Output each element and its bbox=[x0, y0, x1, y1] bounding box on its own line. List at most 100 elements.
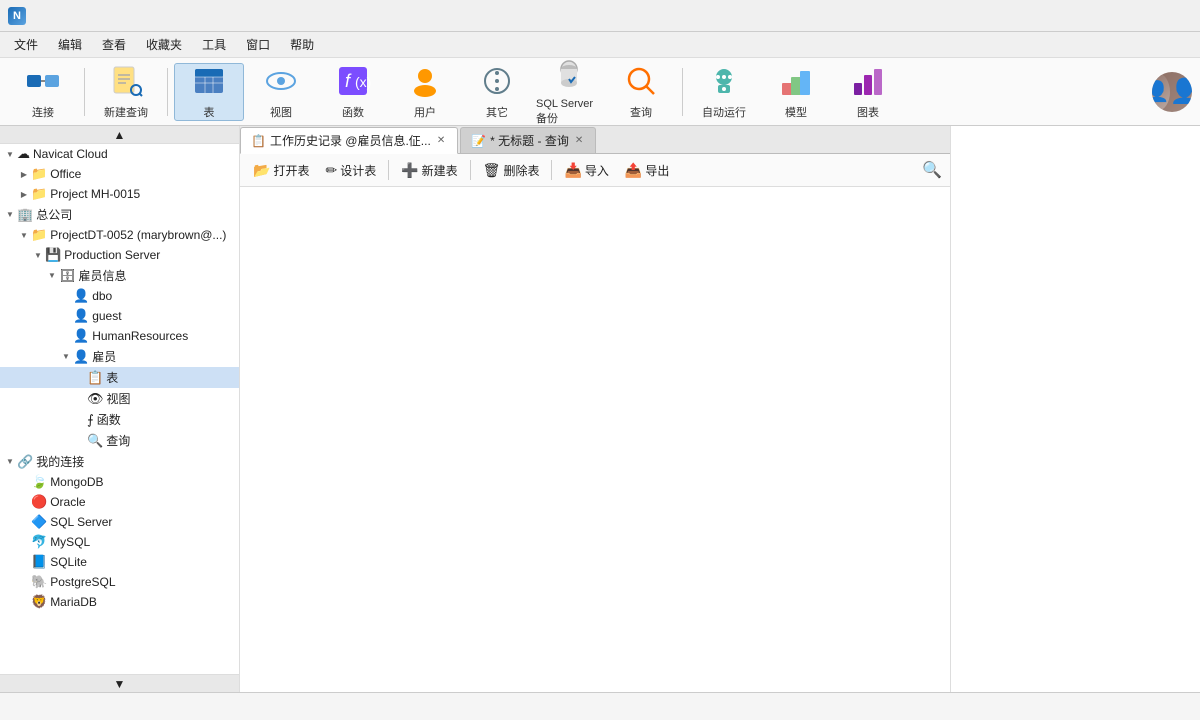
tree-icon-hanshu: ⨍ bbox=[87, 412, 94, 428]
toolbar-btn-函数[interactable]: f(x) 函数 bbox=[318, 63, 388, 121]
toolbar-icon-表 bbox=[191, 63, 227, 102]
tree-label-project-mh0015: Project MH-0015 bbox=[50, 187, 140, 201]
menu-item-帮助[interactable]: 帮助 bbox=[280, 33, 324, 56]
sidebar-item-wode-lianjie[interactable]: ▼🔗我的连接 bbox=[0, 451, 239, 472]
toolbar-btn-表[interactable]: 表 bbox=[174, 63, 244, 121]
menu-item-窗口[interactable]: 窗口 bbox=[236, 33, 280, 56]
table-toolbar-btn-设计表[interactable]: ✏设计表 bbox=[318, 159, 383, 182]
tab-close-1[interactable]: ✕ bbox=[573, 135, 585, 146]
sidebar-item-mysql[interactable]: 🐬MySQL bbox=[0, 532, 239, 552]
sidebar-item-mongodb[interactable]: 🍃MongoDB bbox=[0, 472, 239, 492]
tree-icon-mysql: 🐬 bbox=[31, 534, 47, 550]
tree-label-yuangong-xinxi: 雇员信息 bbox=[79, 267, 127, 284]
sidebar-item-yuanyuan[interactable]: ▼👤雇员 bbox=[0, 346, 239, 367]
tree-arrow-office: ▶ bbox=[18, 170, 30, 179]
sidebar-scroll-down[interactable]: ▼ bbox=[0, 674, 239, 692]
tree-arrow-project-mh0015: ▶ bbox=[18, 190, 30, 199]
menu-item-收藏夹[interactable]: 收藏夹 bbox=[136, 33, 192, 56]
toolbar-btn-图表[interactable]: 图表 bbox=[833, 63, 903, 121]
sidebar-item-sqlite[interactable]: 📘SQLite bbox=[0, 552, 239, 572]
tab-icon-0: 📋 bbox=[251, 134, 266, 148]
maximize-button[interactable] bbox=[1100, 0, 1146, 32]
toolbar-btn-视图[interactable]: 视图 bbox=[246, 63, 316, 121]
toolbar-icon-视图 bbox=[263, 63, 299, 102]
menu-item-文件[interactable]: 文件 bbox=[4, 33, 48, 56]
search-icon: 🔍 bbox=[922, 160, 942, 180]
minimize-button[interactable] bbox=[1054, 0, 1100, 32]
sidebar-item-hanshu[interactable]: ⨍函数 bbox=[0, 409, 239, 430]
table-toolbar-btn-导出[interactable]: 📤导出 bbox=[618, 159, 676, 182]
table-toolbar-btn-删除表[interactable]: 🗑删除表 bbox=[476, 159, 547, 182]
sidebar-item-project-mh0015[interactable]: ▶📁Project MH-0015 bbox=[0, 184, 239, 204]
sidebar-item-humanresources[interactable]: 👤HumanResources bbox=[0, 326, 239, 346]
tree-label-mysql: MySQL bbox=[50, 535, 90, 549]
toolbar-label-连接: 连接 bbox=[32, 104, 54, 120]
toolbar-btn-新建查询[interactable]: 新建查询 bbox=[91, 63, 161, 121]
menubar: 文件编辑查看收藏夹工具窗口帮助 bbox=[0, 32, 1200, 58]
sidebar-item-sql-server[interactable]: 🔷SQL Server bbox=[0, 512, 239, 532]
menu-item-查看[interactable]: 查看 bbox=[92, 33, 136, 56]
data-table[interactable] bbox=[240, 187, 950, 692]
toolbar-label-图表: 图表 bbox=[857, 104, 879, 120]
sidebar-item-postgresql[interactable]: 🐘PostgreSQL bbox=[0, 572, 239, 592]
toolbar-btn-自动运行[interactable]: 自动运行 bbox=[689, 63, 759, 121]
toolbar-separator bbox=[682, 68, 683, 116]
menu-item-编辑[interactable]: 编辑 bbox=[48, 33, 92, 56]
sidebar-item-chaxun[interactable]: 🔍查询 bbox=[0, 430, 239, 451]
tab-1[interactable]: 📝* 无标题 - 查询✕ bbox=[460, 127, 596, 153]
tree-label-guest: guest bbox=[92, 309, 121, 323]
sidebar-item-yuangong-xinxi[interactable]: ▼🗄雇员信息 bbox=[0, 265, 239, 286]
toolbar-btn-其它[interactable]: 其它 bbox=[462, 63, 532, 121]
sidebar-item-shitu[interactable]: 👁视图 bbox=[0, 388, 239, 409]
sidebar-item-navicat-cloud[interactable]: ▼☁Navicat Cloud bbox=[0, 144, 239, 164]
tbl-label-打开表: 打开表 bbox=[273, 162, 309, 179]
tab-0[interactable]: 📋工作历史记录 @雇员信息.佂...✕ bbox=[240, 127, 458, 154]
toolbar-btn-连接[interactable]: 连接 bbox=[8, 63, 78, 121]
table-toolbar: 📂打开表✏设计表 ➕新建表 🗑删除表 📥导入📤导出 🔍 bbox=[240, 154, 950, 187]
table-search-button[interactable]: 🔍 bbox=[920, 158, 944, 182]
toolbar-btn-查询[interactable]: 查询 bbox=[606, 63, 676, 121]
table-toolbar-btn-导入[interactable]: 📥导入 bbox=[557, 159, 615, 182]
tree-label-mariadb: MariaDB bbox=[50, 595, 97, 609]
tree-label-sqlite: SQLite bbox=[50, 555, 87, 569]
user-avatar[interactable]: 👤 bbox=[1152, 72, 1192, 112]
toolbar-btn-用户[interactable]: 用户 bbox=[390, 63, 460, 121]
tree-label-navicat-cloud: Navicat Cloud bbox=[33, 147, 108, 161]
tree-label-yuanyuan: 雇员 bbox=[92, 348, 116, 365]
tree-label-hanshu: 函数 bbox=[97, 411, 121, 428]
sidebar-item-zong-gongsi[interactable]: ▼🏢总公司 bbox=[0, 204, 239, 225]
tree-arrow-project-dt0052: ▼ bbox=[18, 231, 30, 240]
tab-close-0[interactable]: ✕ bbox=[435, 135, 447, 146]
tree-icon-humanresources: 👤 bbox=[73, 328, 89, 344]
sidebar-item-mariadb[interactable]: 🦁MariaDB bbox=[0, 592, 239, 612]
toolbar-btn-模型[interactable]: 模型 bbox=[761, 63, 831, 121]
toolbar-icon-函数: f(x) bbox=[335, 63, 371, 102]
sidebar-item-office[interactable]: ▶📁Office bbox=[0, 164, 239, 184]
toolbar-btn-SQL Server 备份[interactable]: SQL Server 备份 bbox=[534, 63, 604, 121]
tree-label-office: Office bbox=[50, 167, 81, 181]
sidebar-item-guest[interactable]: 👤guest bbox=[0, 306, 239, 326]
table-toolbar-btn-新建表[interactable]: ➕新建表 bbox=[394, 159, 464, 182]
sidebar-item-oracle[interactable]: 🔴Oracle bbox=[0, 492, 239, 512]
toolbar-label-查询: 查询 bbox=[630, 104, 652, 120]
sidebar-item-project-dt0052[interactable]: ▼📁ProjectDT-0052 (marybrown@...) bbox=[0, 225, 239, 245]
sidebar-scroll-up[interactable]: ▲ bbox=[0, 126, 239, 144]
toolbar-label-自动运行: 自动运行 bbox=[702, 104, 746, 120]
toolbar-separator bbox=[84, 68, 85, 116]
sidebar-item-biao[interactable]: 📋表 bbox=[0, 367, 239, 388]
tree-icon-office: 📁 bbox=[31, 166, 47, 182]
tree-label-postgresql: PostgreSQL bbox=[50, 575, 115, 589]
tree-label-production-server: Production Server bbox=[64, 248, 160, 262]
menu-item-工具[interactable]: 工具 bbox=[192, 33, 236, 56]
tree-icon-project-mh0015: 📁 bbox=[31, 186, 47, 202]
sidebar-item-dbo[interactable]: 👤dbo bbox=[0, 286, 239, 306]
sidebar-item-production-server[interactable]: ▼💾Production Server bbox=[0, 245, 239, 265]
close-button[interactable] bbox=[1146, 0, 1192, 32]
table-toolbar-btn-打开表[interactable]: 📂打开表 bbox=[246, 159, 316, 182]
tree-icon-guest: 👤 bbox=[73, 308, 89, 324]
toolbar-label-函数: 函数 bbox=[342, 104, 364, 120]
titlebar: N bbox=[0, 0, 1200, 32]
tab-icon-1: 📝 bbox=[471, 134, 486, 148]
app-icon: N bbox=[8, 7, 26, 25]
table-toolbar-separator bbox=[388, 160, 389, 180]
